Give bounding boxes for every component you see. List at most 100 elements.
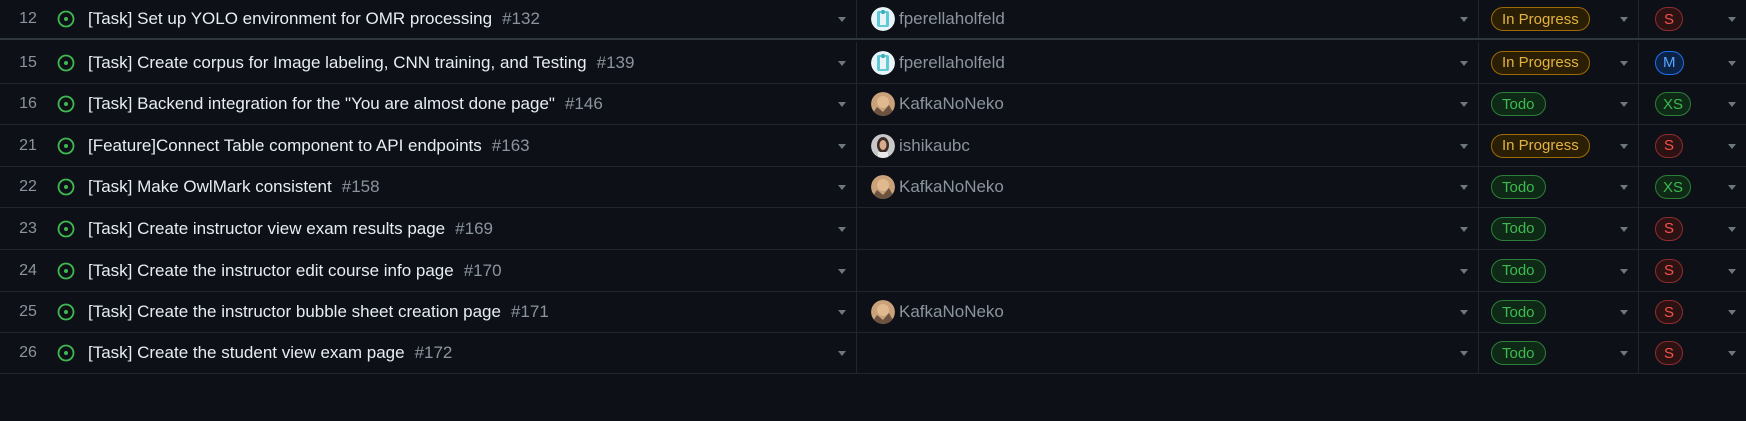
issue-title[interactable]: [Task] Create the instructor bubble shee… bbox=[88, 302, 501, 322]
assignee-cell[interactable]: fperellaholfeld bbox=[857, 0, 1479, 38]
status-badge[interactable]: Todo bbox=[1491, 92, 1546, 116]
title-cell[interactable]: [Task] Create the student view exam page… bbox=[52, 333, 857, 373]
size-cell[interactable]: XS bbox=[1639, 167, 1746, 207]
table-row[interactable]: 16 [Task] Backend integration for the "Yo… bbox=[0, 84, 1746, 125]
chevron-down-icon[interactable] bbox=[1728, 351, 1736, 356]
status-cell[interactable]: Todo bbox=[1479, 250, 1639, 291]
chevron-down-icon[interactable] bbox=[1460, 60, 1468, 66]
size-cell[interactable]: S bbox=[1639, 333, 1746, 373]
chevron-down-icon[interactable] bbox=[1728, 60, 1736, 66]
status-badge[interactable]: Todo bbox=[1491, 216, 1546, 241]
status-badge[interactable]: Todo bbox=[1491, 175, 1546, 199]
title-cell[interactable]: [Task] Set up YOLO environment for OMR p… bbox=[52, 0, 857, 38]
photo-avatar[interactable] bbox=[871, 300, 895, 324]
chevron-down-icon[interactable] bbox=[1728, 226, 1736, 232]
assignee-name[interactable]: fperellaholfeld bbox=[899, 53, 1005, 73]
title-cell[interactable]: [Feature]Connect Table component to API … bbox=[52, 125, 857, 166]
status-cell[interactable]: In Progress bbox=[1479, 42, 1639, 83]
title-cell[interactable]: [Task] Make OwlMark consistent #158 bbox=[52, 167, 857, 207]
issue-title[interactable]: [Task] Create corpus for Image labeling,… bbox=[88, 53, 587, 73]
title-cell[interactable]: [Task] Create the instructor bubble shee… bbox=[52, 292, 857, 332]
status-badge[interactable]: In Progress bbox=[1491, 133, 1590, 158]
chevron-down-icon[interactable] bbox=[1620, 268, 1628, 274]
chevron-down-icon[interactable] bbox=[838, 60, 846, 66]
issue-number[interactable]: #146 bbox=[565, 94, 603, 114]
chevron-down-icon[interactable] bbox=[838, 310, 846, 315]
chevron-down-icon[interactable] bbox=[838, 102, 846, 107]
chevron-down-icon[interactable] bbox=[1620, 310, 1628, 315]
title-cell[interactable]: [Task] Create instructor view exam resul… bbox=[52, 208, 857, 249]
assignee-name[interactable]: ishikaubc bbox=[899, 136, 970, 156]
table-row[interactable]: 23 [Task] Create instructor view exam res… bbox=[0, 208, 1746, 250]
chevron-down-icon[interactable] bbox=[1728, 310, 1736, 315]
table-row[interactable]: 24 [Task] Create the instructor edit cour… bbox=[0, 250, 1746, 292]
issue-title[interactable]: [Task] Create the instructor edit course… bbox=[88, 261, 454, 281]
assignee-name[interactable]: KafkaNoNeko bbox=[899, 177, 1004, 197]
chevron-down-icon[interactable] bbox=[1460, 226, 1468, 232]
chevron-down-icon[interactable] bbox=[838, 351, 846, 356]
chevron-down-icon[interactable] bbox=[1728, 102, 1736, 107]
status-badge[interactable]: In Progress bbox=[1491, 7, 1590, 31]
chevron-down-icon[interactable] bbox=[1728, 185, 1736, 190]
photo-avatar[interactable] bbox=[871, 175, 895, 199]
issue-number[interactable]: #171 bbox=[511, 302, 549, 322]
robot-avatar[interactable] bbox=[871, 7, 895, 31]
size-cell[interactable]: M bbox=[1639, 42, 1746, 83]
issue-title[interactable]: [Task] Make OwlMark consistent bbox=[88, 177, 332, 197]
assignee-cell[interactable]: KafkaNoNeko bbox=[857, 292, 1479, 332]
size-cell[interactable]: S bbox=[1639, 0, 1746, 38]
status-cell[interactable]: Todo bbox=[1479, 292, 1639, 332]
status-cell[interactable]: Todo bbox=[1479, 167, 1639, 207]
assignee-name[interactable]: KafkaNoNeko bbox=[899, 302, 1004, 322]
assignee-cell[interactable] bbox=[857, 208, 1479, 249]
chevron-down-icon[interactable] bbox=[838, 268, 846, 274]
size-badge[interactable]: S bbox=[1655, 7, 1683, 31]
status-cell[interactable]: Todo bbox=[1479, 208, 1639, 249]
size-badge[interactable]: S bbox=[1655, 216, 1683, 241]
status-badge[interactable]: In Progress bbox=[1491, 50, 1590, 75]
issue-title[interactable]: [Task] Set up YOLO environment for OMR p… bbox=[88, 9, 492, 29]
size-badge[interactable]: S bbox=[1655, 300, 1683, 324]
chevron-down-icon[interactable] bbox=[1728, 268, 1736, 274]
issue-number[interactable]: #158 bbox=[342, 177, 380, 197]
chevron-down-icon[interactable] bbox=[1620, 226, 1628, 232]
assignee-name[interactable]: fperellaholfeld bbox=[899, 9, 1005, 29]
chevron-down-icon[interactable] bbox=[1460, 185, 1468, 190]
chevron-down-icon[interactable] bbox=[838, 143, 846, 149]
size-badge[interactable]: XS bbox=[1655, 92, 1692, 116]
assignee-cell[interactable]: fperellaholfeld bbox=[857, 42, 1479, 83]
assignee-cell[interactable]: KafkaNoNeko bbox=[857, 167, 1479, 207]
chevron-down-icon[interactable] bbox=[1620, 143, 1628, 149]
chevron-down-icon[interactable] bbox=[1460, 310, 1468, 315]
assignee-cell[interactable] bbox=[857, 333, 1479, 373]
assignee-name[interactable]: KafkaNoNeko bbox=[899, 94, 1004, 114]
status-badge[interactable]: Todo bbox=[1491, 258, 1546, 283]
table-row[interactable]: 15 [Task] Create corpus for Image labelin… bbox=[0, 42, 1746, 84]
issue-number[interactable]: #139 bbox=[597, 53, 635, 73]
size-cell[interactable]: S bbox=[1639, 250, 1746, 291]
size-cell[interactable]: S bbox=[1639, 125, 1746, 166]
status-cell[interactable]: Todo bbox=[1479, 333, 1639, 373]
assignee-cell[interactable] bbox=[857, 250, 1479, 291]
chevron-down-icon[interactable] bbox=[1620, 102, 1628, 107]
size-badge[interactable]: S bbox=[1655, 258, 1683, 283]
chevron-down-icon[interactable] bbox=[1460, 268, 1468, 274]
size-badge[interactable]: XS bbox=[1655, 175, 1692, 199]
assignee-cell[interactable]: ishikaubc bbox=[857, 125, 1479, 166]
robot-avatar[interactable] bbox=[871, 50, 895, 75]
size-cell[interactable]: XS bbox=[1639, 84, 1746, 124]
chevron-down-icon[interactable] bbox=[1728, 17, 1736, 22]
title-cell[interactable]: [Task] Backend integration for the "You … bbox=[52, 84, 857, 124]
chevron-down-icon[interactable] bbox=[838, 226, 846, 232]
status-cell[interactable]: Todo bbox=[1479, 84, 1639, 124]
chevron-down-icon[interactable] bbox=[1460, 351, 1468, 356]
size-badge[interactable]: S bbox=[1655, 341, 1683, 365]
chevron-down-icon[interactable] bbox=[1620, 60, 1628, 66]
size-badge[interactable]: M bbox=[1655, 50, 1684, 75]
size-cell[interactable]: S bbox=[1639, 208, 1746, 249]
table-row[interactable]: 25 [Task] Create the instructor bubble sh… bbox=[0, 292, 1746, 333]
person-avatar[interactable] bbox=[871, 133, 895, 158]
issue-number[interactable]: #169 bbox=[455, 219, 493, 239]
issue-title[interactable]: [Feature]Connect Table component to API … bbox=[88, 136, 482, 156]
chevron-down-icon[interactable] bbox=[1460, 17, 1468, 22]
